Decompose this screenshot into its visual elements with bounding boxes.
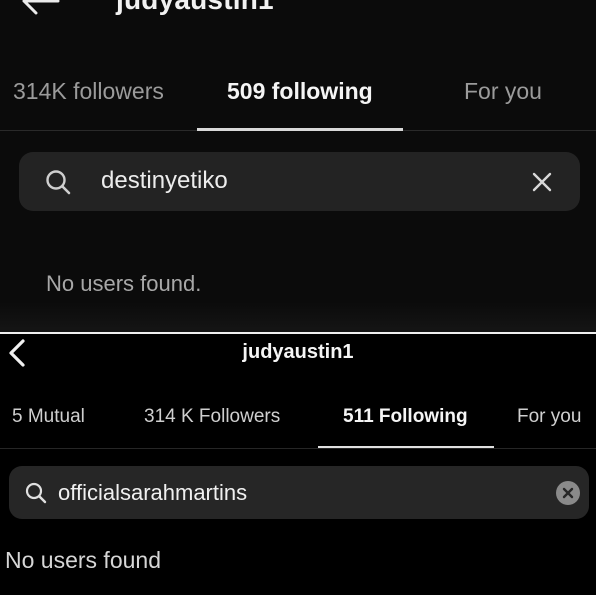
back-arrow-icon[interactable] bbox=[20, 0, 60, 16]
tab-followers[interactable]: 314K followers bbox=[13, 78, 164, 105]
search-bar bbox=[9, 466, 589, 519]
clear-circle-icon[interactable] bbox=[556, 481, 580, 505]
tab-followers[interactable]: 314 K Followers bbox=[144, 406, 280, 428]
close-icon[interactable] bbox=[530, 170, 554, 194]
tab-following[interactable]: 509 following bbox=[227, 78, 373, 105]
top-screenshot: judyaustin1 314K followers 509 following… bbox=[0, 0, 596, 332]
active-tab-indicator bbox=[197, 128, 403, 131]
tab-for-you[interactable]: For you bbox=[517, 406, 581, 428]
profile-title: judyaustin1 bbox=[242, 341, 354, 363]
profile-title: judyaustin1 bbox=[116, 0, 274, 16]
tab-divider bbox=[0, 448, 596, 449]
search-input[interactable] bbox=[58, 478, 538, 508]
no-results-message: No users found bbox=[5, 547, 161, 573]
search-icon bbox=[25, 482, 47, 504]
bottom-fade bbox=[0, 302, 596, 332]
search-icon bbox=[46, 170, 71, 195]
no-results-message: No users found. bbox=[46, 271, 202, 296]
search-bar bbox=[19, 152, 580, 211]
tab-mutual[interactable]: 5 Mutual bbox=[12, 406, 85, 428]
tab-for-you[interactable]: For you bbox=[464, 78, 542, 105]
tab-following[interactable]: 511 Following bbox=[343, 406, 468, 428]
search-input[interactable] bbox=[101, 164, 521, 198]
active-tab-indicator bbox=[318, 446, 494, 448]
bottom-screenshot: judyaustin1 5 Mutual 314 K Followers 511… bbox=[0, 334, 596, 595]
